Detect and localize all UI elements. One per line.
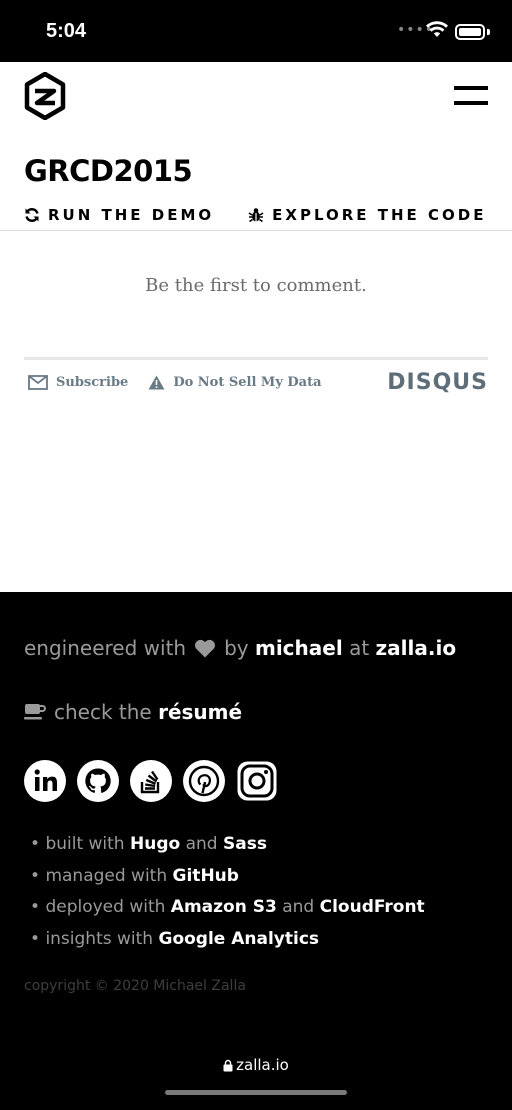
disqus-logo[interactable]: DISQUS [387,370,488,395]
deployed-and: and [282,897,315,917]
run-demo-link[interactable]: RUN THE DEMO [24,206,214,224]
colophon-list: built with Hugo and Sass managed with Gi… [30,829,425,956]
bug-icon [248,207,264,223]
sass-link[interactable]: Sass [223,834,267,854]
deployed-prefix: deployed with [45,897,166,917]
comments-empty-message: Be the first to comment. [145,275,367,296]
url-text: zalla.io [236,1056,289,1074]
run-demo-label: RUN THE DEMO [48,206,215,224]
cloudfront-link[interactable]: CloudFront [320,897,425,917]
site-logo-icon[interactable] [24,71,66,121]
list-item: insights with Google Analytics [30,924,425,956]
engineered-prefix: engineered with [24,636,187,660]
envelope-icon [28,374,48,390]
home-indicator[interactable] [165,1090,347,1095]
menu-icon[interactable] [454,86,488,108]
resume-line: check the résumé [24,700,242,724]
battery-tip [487,29,490,35]
instagram-icon[interactable] [236,760,278,802]
browser-url-bar[interactable]: zalla.io [0,1056,512,1074]
coffee-icon [24,703,46,721]
project-actions: RUN THE DEMO EXPLORE THE CODE [24,204,486,226]
site-footer: engineered with by michael at zalla.io c… [0,592,512,1110]
subscribe-label: Subscribe [56,374,129,390]
managed-prefix: managed with [45,865,168,886]
explore-code-label: EXPLORE THE CODE [272,206,487,224]
resume-link[interactable]: résumé [158,700,242,724]
list-item: managed with GitHub [30,861,425,893]
wifi-icon [425,20,449,42]
refresh-icon [24,207,40,223]
linkedin-icon[interactable] [24,760,66,802]
github-icon[interactable] [77,760,119,802]
status-time: 5:04 [46,20,87,42]
heart-icon [194,639,216,658]
header-divider [0,230,512,231]
page-content: GRCD2015 RUN THE DEMO EXPLORE THE CODE B… [0,62,512,592]
engineered-at: at [349,636,370,660]
disqus-footer: Subscribe Do Not Sell My Data DISQUS [28,370,488,395]
resume-prefix: check the [54,700,152,724]
amazon-s3-link[interactable]: Amazon S3 [171,897,277,917]
page-title: GRCD2015 [24,154,193,188]
insights-prefix: insights with [45,928,154,949]
do-not-sell-link[interactable]: Do Not Sell My Data [148,374,322,390]
author-link[interactable]: michael [255,636,343,660]
list-item: built with Hugo and Sass [30,829,425,861]
list-item: deployed with Amazon S3 and CloudFront [30,892,425,924]
built-prefix: built with [45,834,125,854]
disqus-divider [24,357,488,360]
lock-icon [223,1059,233,1072]
do-not-sell-label: Do Not Sell My Data [173,374,322,390]
github-link[interactable]: GitHub [173,866,239,886]
built-and: and [185,834,218,854]
social-links [24,760,289,802]
status-bar: 5:04 •••• [0,0,512,62]
warning-icon [148,375,165,390]
stackoverflow-icon[interactable] [130,760,172,802]
explore-code-link[interactable]: EXPLORE THE CODE [248,206,486,224]
pinterest-icon[interactable] [183,760,225,802]
engineered-line: engineered with by michael at zalla.io [24,636,456,660]
engineered-by: by [224,636,249,660]
copyright-text: copyright © 2020 Michael Zalla [24,978,246,994]
battery-icon [455,24,485,40]
subscribe-link[interactable]: Subscribe [28,375,128,390]
google-analytics-link[interactable]: Google Analytics [158,929,319,949]
site-link[interactable]: zalla.io [376,636,457,660]
hugo-link[interactable]: Hugo [130,834,180,854]
